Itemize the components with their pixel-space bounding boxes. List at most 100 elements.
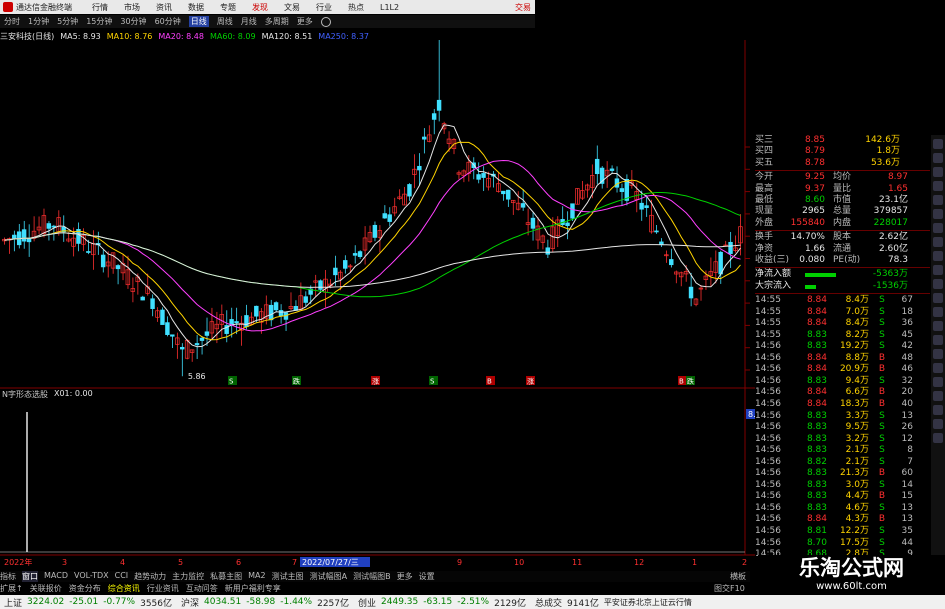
- menu-item[interactable]: 行业: [316, 3, 332, 12]
- index-name[interactable]: 创业: [358, 596, 376, 609]
- tick-row: 14:56 8.84 18.3万 B 40: [755, 399, 930, 411]
- extension-tab[interactable]: 新用户福利专享: [225, 583, 281, 593]
- extension-tab[interactable]: 互动问答: [186, 583, 218, 593]
- indicator-tab[interactable]: 私募主图: [210, 571, 242, 582]
- side-tool-icon[interactable]: [933, 293, 943, 303]
- stat-label: 股本: [833, 232, 852, 243]
- extension-tab[interactable]: 关联报价: [30, 583, 62, 593]
- index-name[interactable]: 沪深: [181, 596, 199, 609]
- period-tab[interactable]: 分时: [4, 16, 20, 27]
- bid-price: 8.78: [804, 157, 825, 168]
- side-tool-icon[interactable]: [933, 391, 943, 401]
- tick-side: S: [879, 422, 885, 433]
- menu-item[interactable]: 数据: [188, 3, 204, 12]
- indicator-tab[interactable]: 指标: [0, 571, 16, 582]
- period-tab[interactable]: 30分钟: [120, 16, 146, 27]
- main-chart[interactable]: 11.0010.5010.009.509.008.508.007.507.006…: [0, 40, 755, 571]
- stat-label: 内盘: [833, 217, 852, 228]
- side-tool-icon[interactable]: [933, 321, 943, 331]
- indicator-tab[interactable]: CCI: [115, 571, 129, 582]
- side-tool-icon[interactable]: [933, 223, 943, 233]
- side-tool-icon[interactable]: [933, 181, 943, 191]
- menu-item[interactable]: 市场: [124, 3, 140, 12]
- indicator-tab[interactable]: 测试主图: [272, 571, 304, 582]
- indicator-tab[interactable]: VOL-TDX: [74, 571, 109, 582]
- side-tool-icon[interactable]: [933, 349, 943, 359]
- candle-body: [194, 343, 200, 346]
- tick-row: 14:56 8.84 6.6万 B 20: [755, 387, 930, 399]
- broker-label[interactable]: 平安证券北京上证云行情: [604, 597, 692, 608]
- svg-text:S: S: [229, 378, 234, 386]
- menu-item[interactable]: L1L2: [380, 3, 399, 12]
- side-tool-icon[interactable]: [933, 307, 943, 317]
- stat-label: 今开: [755, 172, 774, 183]
- index-change: -25.01: [69, 597, 99, 607]
- period-tab[interactable]: 多周期: [265, 16, 289, 27]
- period-tab[interactable]: 周线: [217, 16, 233, 27]
- side-tool-icon[interactable]: [933, 153, 943, 163]
- menu-item[interactable]: 资讯: [156, 3, 172, 12]
- candlestick-group: [2, 40, 743, 377]
- layout-mode[interactable]: 横板: [730, 571, 746, 582]
- side-tool-icon[interactable]: [933, 237, 943, 247]
- tick-time: 14:56: [755, 514, 781, 525]
- extension-tab[interactable]: 资金分布: [69, 583, 101, 593]
- indicator-tab[interactable]: 设置: [419, 571, 435, 582]
- indicator-tab[interactable]: 测试幅图B: [353, 571, 391, 582]
- period-tab[interactable]: 5分钟: [57, 16, 78, 27]
- date-tick-label: 2: [742, 558, 747, 567]
- signal-marker: B: [678, 376, 687, 386]
- index-name[interactable]: 上证: [4, 596, 22, 609]
- side-tool-icon[interactable]: [933, 419, 943, 429]
- menu-item[interactable]: 热点: [348, 3, 364, 12]
- period-tab[interactable]: 月线: [241, 16, 257, 27]
- side-tool-icon[interactable]: [933, 335, 943, 345]
- flow-row: 净流入额 -5363万: [755, 269, 930, 280]
- period-tab[interactable]: 日线: [188, 16, 209, 27]
- side-tool-icon[interactable]: [933, 251, 943, 261]
- side-tool-icon[interactable]: [933, 209, 943, 219]
- svg-text:跌: 跌: [687, 377, 694, 386]
- tick-count: 12: [901, 433, 913, 444]
- side-tool-icon[interactable]: [933, 195, 943, 205]
- side-tool-icon[interactable]: [933, 433, 943, 443]
- extension-tab[interactable]: 扩展↑: [0, 583, 23, 593]
- period-tab[interactable]: 1分钟: [28, 16, 49, 27]
- side-tool-icon[interactable]: [933, 279, 943, 289]
- indicator-tab[interactable]: 主力监控: [172, 571, 204, 582]
- tick-row: 14:55 8.83 8.2万 S 45: [755, 330, 930, 342]
- indicator-tab[interactable]: 趋势动力: [134, 571, 166, 582]
- indicator-tab[interactable]: 测试幅图A: [310, 571, 347, 582]
- side-tool-icon[interactable]: [933, 139, 943, 149]
- candle-body: [234, 321, 239, 324]
- menu-item[interactable]: 发现: [252, 3, 268, 12]
- menu-item[interactable]: 专题: [220, 3, 236, 12]
- tick-side: S: [879, 410, 885, 421]
- tick-time: 14:55: [755, 306, 781, 317]
- side-tool-icon[interactable]: [933, 405, 943, 415]
- tick-side: S: [879, 526, 885, 537]
- stat-value: 78.3: [887, 254, 908, 265]
- indicator-name[interactable]: N字形态选股: [2, 389, 48, 401]
- indicator-tab[interactable]: 更多: [397, 571, 413, 582]
- extension-tab[interactable]: 综合资讯: [108, 583, 140, 593]
- indicator-tab[interactable]: 窗口: [22, 571, 38, 582]
- side-tool-icon[interactable]: [933, 265, 943, 275]
- tick-row: 14:56 8.84 8.8万 B 48: [755, 353, 930, 365]
- side-tool-icon[interactable]: [933, 363, 943, 373]
- period-tab[interactable]: 60分钟: [155, 16, 181, 27]
- side-tool-icon[interactable]: [933, 377, 943, 387]
- trade-button[interactable]: 交易: [515, 2, 531, 13]
- period-tab[interactable]: 15分钟: [86, 16, 112, 27]
- menu-item[interactable]: 文易: [284, 3, 300, 12]
- side-tool-icon[interactable]: [933, 167, 943, 177]
- bid-volume: 142.6万: [865, 135, 900, 145]
- extension-tab[interactable]: 行业资讯: [147, 583, 179, 593]
- gear-icon[interactable]: [320, 16, 331, 27]
- f10-label[interactable]: 图交F10: [714, 583, 745, 594]
- indicator-tab[interactable]: MA2: [248, 571, 265, 582]
- menu-item[interactable]: 行情: [92, 3, 108, 12]
- period-tab[interactable]: 更多: [297, 16, 313, 27]
- indicator-tab[interactable]: MACD: [44, 571, 68, 582]
- stat-row: 外盘 155840 内盘 228017: [755, 218, 930, 229]
